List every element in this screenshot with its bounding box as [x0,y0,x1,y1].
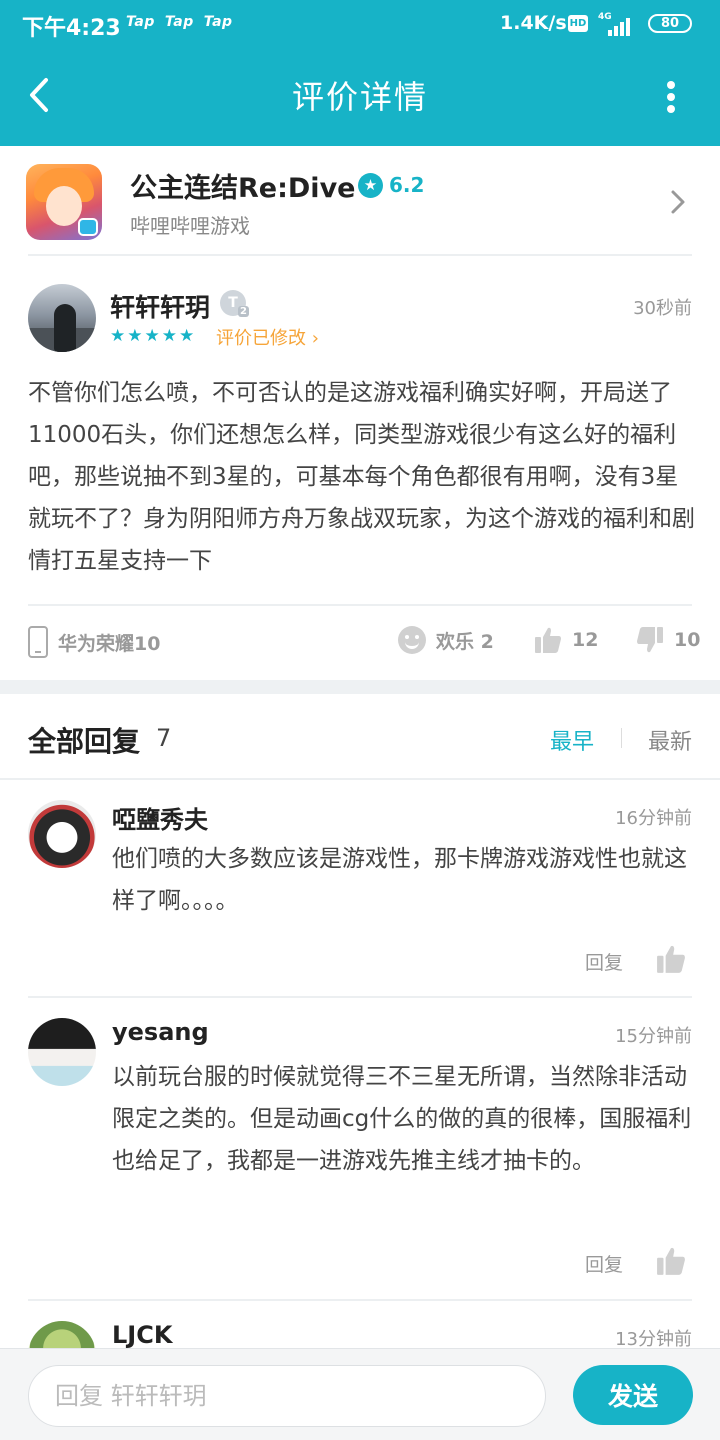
reply-button[interactable]: 回复 [585,1250,623,1277]
reply-button[interactable]: 回复 [585,948,623,975]
device-label: 华为荣耀10 [58,632,161,655]
replies-title: 全部回复 [28,725,141,758]
reply-time: 16分钟前 [615,808,692,829]
chevron-right-icon[interactable] [668,188,688,216]
reply-time: 15分钟前 [615,1026,692,1047]
like-button[interactable]: 12 [534,626,598,654]
game-score-value: 6.2 [389,173,425,197]
reply-item: LJCK 13分钟前 [0,1301,720,1348]
reply-composer: 发送 [0,1348,720,1440]
review-modified-link[interactable]: 评价已修改 › [216,324,319,350]
review-meta: 华为荣耀10 欢乐 2 12 10 [0,608,720,676]
avatar[interactable] [28,800,96,868]
status-tap-notifications: Tap Tap Tap [126,14,243,30]
status-net-speed: 1.4K/s [500,12,567,34]
divider [28,254,692,256]
thumbs-down-icon [637,627,663,653]
replies-header: 全部回复 7 最早 最新 [0,694,720,780]
hd-icon: HD [568,15,588,32]
reply-item: yesang 15分钟前 以前玩台服的时候就觉得三不三星无所谓，当然除非活动限定… [0,998,720,1298]
more-options-button[interactable] [660,78,682,114]
sort-earliest-tab[interactable]: 最早 [550,724,594,756]
thumbs-up-icon[interactable] [656,1246,686,1276]
game-card[interactable]: 公主连结Re:Dive ★ 6.2 哔哩哔哩游戏 [0,146,720,256]
rating-stars: ★★★★★ [110,326,197,346]
sort-latest-tab[interactable]: 最新 [648,724,692,756]
funny-button[interactable]: 欢乐 2 [398,626,494,654]
review-text: 不管你们怎么喷，不可否认的是这游戏福利确实好啊，开局送了11000石头，你们还想… [28,380,695,574]
network-type: 4G [598,12,612,22]
reply-text: 他们喷的大多数应该是游戏性，那卡牌游戏游戏性也就这样了啊。。。。 [112,846,687,914]
reply-time: 13分钟前 [615,1329,692,1348]
device-info: 华为荣耀10 [28,626,160,658]
avatar[interactable] [28,1018,96,1086]
game-publisher: 哔哩哔哩游戏 [130,214,250,238]
sort-separator [621,728,622,748]
funny-label: 欢乐 2 [436,630,494,653]
reply-author[interactable]: yesang [112,1018,209,1046]
app-header: 下午4:23 Tap Tap Tap 1.4K/s HD 4G 80 评价详情 [0,0,720,146]
avatar[interactable] [28,284,96,352]
reply-author[interactable]: 啞鹽秀夫 [112,800,208,835]
avatar[interactable] [28,1321,96,1348]
more-vertical-icon [667,81,675,89]
signal-icon: 4G [596,12,638,36]
section-separator [0,680,720,694]
status-bar: 下午4:23 Tap Tap Tap 1.4K/s HD 4G 80 [0,0,720,48]
page-title: 评价详情 [291,78,428,116]
divider [28,604,692,606]
tap-notification-icon: Tap [126,14,155,30]
dislike-button[interactable]: 10 [636,626,700,654]
status-time: 下午4:23 [22,16,121,41]
game-score: ★ 6.2 [358,172,424,198]
thumbs-up-icon [535,627,561,653]
bilibili-badge-icon [78,218,98,236]
star-badge-icon: ★ [358,172,383,198]
game-icon [26,164,102,240]
dislike-count: 10 [674,629,701,651]
send-button[interactable]: 发送 [573,1365,693,1425]
reply-author[interactable]: LJCK [112,1321,172,1348]
tap-notification-icon: Tap [203,14,233,30]
game-name: 公主连结Re:Dive [130,173,356,204]
phone-icon [28,626,48,658]
level-badge-icon: T 2 [220,290,249,320]
tap-notification-icon: Tap [164,14,194,30]
reply-item: 啞鹽秀夫 16分钟前 他们喷的大多数应该是游戏性，那卡牌游戏游戏性也就这样了啊。… [0,780,720,996]
review-time: 30秒前 [633,298,692,319]
replies-count: 7 [156,724,172,752]
like-count: 12 [572,629,599,651]
thumbs-up-icon[interactable] [656,944,686,974]
reply-input[interactable] [28,1365,546,1427]
battery-icon: 80 [648,14,692,33]
review-author[interactable]: 轩轩轩玥 [110,288,210,324]
reply-text: 以前玩台服的时候就觉得三不三星无所谓，当然除非活动限定之类的。但是动画cg什么的… [112,1064,692,1174]
smile-icon [398,626,426,654]
